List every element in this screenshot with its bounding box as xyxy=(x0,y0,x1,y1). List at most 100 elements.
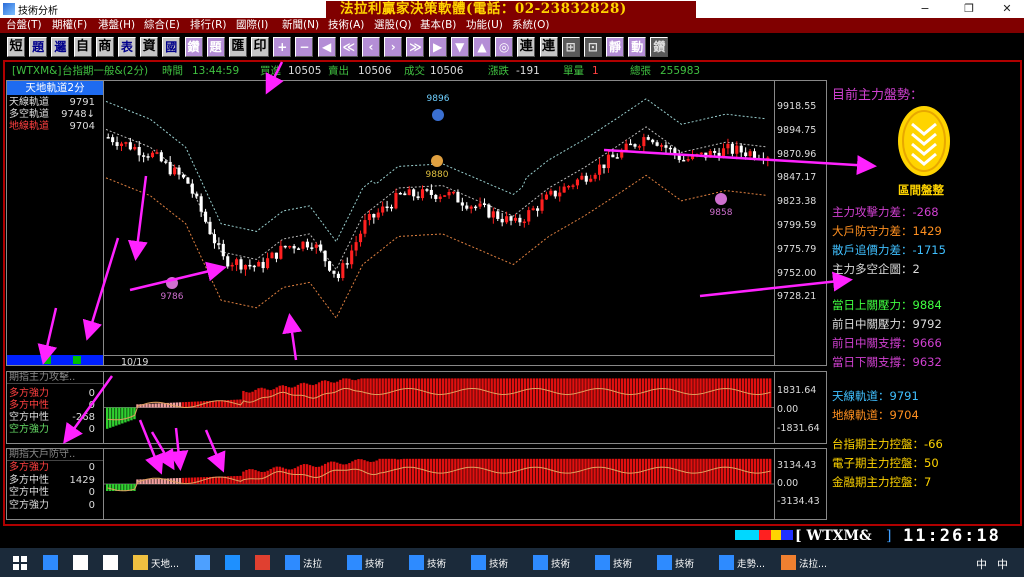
toolbar-button-1[interactable]: 題 xyxy=(29,36,48,57)
toolbar-button-22[interactable]: ◎ xyxy=(495,36,514,57)
toolbar-button-17[interactable]: › xyxy=(384,36,403,57)
taskbar-item-13[interactable]: 技術 xyxy=(654,548,716,577)
taskbar-item-11[interactable]: 技術 xyxy=(530,548,592,577)
scroll-thumb[interactable] xyxy=(43,356,51,364)
taskbar-item-14[interactable]: 走勢... xyxy=(716,548,778,577)
scroll-thumb-2[interactable] xyxy=(73,356,81,364)
menu-item-2[interactable]: 港盤(H) xyxy=(92,18,138,33)
indicator-bar xyxy=(221,400,224,408)
taskbar-item-1[interactable] xyxy=(70,548,100,577)
candle-body xyxy=(695,154,699,156)
toolbar-button-8[interactable]: 鑽 xyxy=(184,36,203,57)
menu-item-5[interactable]: 國際(I) xyxy=(230,18,276,33)
candle-body xyxy=(682,159,686,162)
menu-item-10[interactable]: 功能(U) xyxy=(460,18,506,33)
toolbar-button-15[interactable]: ≪ xyxy=(339,36,358,57)
menu-item-8[interactable]: 選股(Q) xyxy=(368,18,414,33)
toolbar-button-11[interactable]: 印 xyxy=(251,36,270,57)
toolbar-button-23[interactable]: 連 xyxy=(517,36,536,57)
taskbar-item-8[interactable]: 技術 xyxy=(344,548,406,577)
attack-header[interactable]: 期指主力攻擊.. xyxy=(7,372,103,384)
indicator-bar xyxy=(714,378,717,408)
toolbar-button-25[interactable]: ⊞ xyxy=(561,36,580,57)
trend-info-panel: 目前主力盤勢： 區間盤整 主力攻擊力差：-268 大戶防守力差：1429 散戶追價力… xyxy=(828,82,1018,522)
candle-body xyxy=(761,158,765,161)
toolbar-button-29[interactable]: 鑽 xyxy=(650,36,669,57)
attack-value: -268 xyxy=(72,412,95,423)
indicator-bar xyxy=(157,403,160,408)
language-indicator[interactable]: 中 xyxy=(997,556,1008,572)
indicator-bar xyxy=(644,458,648,484)
indicator-bar xyxy=(109,407,112,428)
taskbar-item-12[interactable]: 技術 xyxy=(592,548,654,577)
defense-header[interactable]: 期指大戶防守.. xyxy=(7,449,103,461)
toolbar-button-7[interactable]: 國 xyxy=(162,36,181,57)
taskbar-item-2[interactable] xyxy=(100,548,130,577)
menu-item-0[interactable]: 台盤(T) xyxy=(0,18,46,33)
taskbar-item-0[interactable] xyxy=(40,548,70,577)
indicator-bar xyxy=(599,458,602,484)
toolbar-button-16[interactable]: ‹ xyxy=(362,36,380,57)
menu-item-4[interactable]: 排行(R) xyxy=(184,18,230,33)
attack-label: 空方中性 xyxy=(9,412,49,423)
toolbar-button-3[interactable]: 自 xyxy=(73,36,92,57)
indicator-bar xyxy=(275,387,278,408)
menu-item-1[interactable]: 期權(F) xyxy=(46,18,92,33)
taskbar-item-4[interactable] xyxy=(192,548,222,577)
indicator-bar xyxy=(720,458,723,484)
toolbar-button-6[interactable]: 資 xyxy=(140,36,159,57)
ime-indicator[interactable]: 中 xyxy=(976,556,987,572)
toolbar-button-24[interactable]: 連 xyxy=(539,36,558,57)
toolbar-button-28[interactable]: 動 xyxy=(628,36,647,57)
restore-button[interactable]: ❐ xyxy=(952,0,986,18)
taskbar-item-5[interactable] xyxy=(222,548,252,577)
taskbar-item-6[interactable] xyxy=(252,548,282,577)
toolbar-button-4[interactable]: 商 xyxy=(95,36,114,57)
candle-body xyxy=(646,137,650,140)
taskbar-item-3[interactable]: 天地... xyxy=(130,548,192,577)
candle-body xyxy=(173,167,177,175)
toolbar-button-14[interactable]: ◀ xyxy=(317,36,336,57)
menu-item-11[interactable]: 系統(O) xyxy=(506,18,552,33)
info-line: 台指期主力控盤：-66 xyxy=(832,437,943,451)
taskbar-item-15[interactable]: 法拉... xyxy=(778,548,840,577)
close-button[interactable]: ✕ xyxy=(990,0,1024,18)
taskbar-item-10[interactable]: 技術 xyxy=(468,548,530,577)
toolbar-button-5[interactable]: 表 xyxy=(117,36,136,57)
start-button[interactable] xyxy=(0,548,40,577)
price-chart[interactable]: 9896 9880 9786 9858 xyxy=(104,81,774,355)
toolbar-button-12[interactable]: + xyxy=(273,36,292,57)
taskbar-item-9[interactable]: 技術 xyxy=(406,548,468,577)
candle-body xyxy=(168,161,172,175)
toolbar-button-10[interactable]: 匯 xyxy=(228,36,247,57)
y-tick: 9823.38 xyxy=(777,196,817,208)
toolbar-button-2[interactable]: 邏 xyxy=(51,36,70,57)
toolbar-button-20[interactable]: ▼ xyxy=(450,36,469,57)
toolbar-button-19[interactable]: ▶ xyxy=(428,36,447,57)
scroll-indicator[interactable] xyxy=(7,355,103,365)
toolbar-button-18[interactable]: ≫ xyxy=(406,36,425,57)
menu-item-9[interactable]: 基本(B) xyxy=(414,18,460,33)
indicator-bar xyxy=(390,458,393,484)
minimize-button[interactable]: − xyxy=(908,0,942,18)
candle-body xyxy=(580,175,584,180)
taskbar-item-7[interactable]: 法拉 xyxy=(282,548,344,577)
toolbar-button-26[interactable]: ⊡ xyxy=(583,36,602,57)
menu-item-7[interactable]: 技術(A) xyxy=(322,18,368,33)
menu-item-6[interactable]: 新聞(N) xyxy=(276,18,322,33)
indicator-bar xyxy=(535,458,539,484)
indicator-bar xyxy=(590,378,593,408)
toolbar-button-27[interactable]: 靜 xyxy=(606,36,625,57)
toolbar-button-0[interactable]: 短 xyxy=(7,36,25,57)
taskbar-app-icon xyxy=(255,555,270,570)
toolbar-button-9[interactable]: 題 xyxy=(206,36,225,57)
toolbar-button-13[interactable]: − xyxy=(295,36,314,57)
indicator-bar xyxy=(596,458,599,484)
indicator-bar xyxy=(690,458,693,484)
candle-body xyxy=(615,157,619,159)
price-panel-header[interactable]: 天地軌道2分 xyxy=(7,81,103,95)
menu-item-3[interactable]: 綜合(E) xyxy=(138,18,184,33)
attack-chart[interactable] xyxy=(104,372,774,443)
defense-chart[interactable] xyxy=(104,449,774,519)
toolbar-button-21[interactable]: ▲ xyxy=(472,36,491,57)
